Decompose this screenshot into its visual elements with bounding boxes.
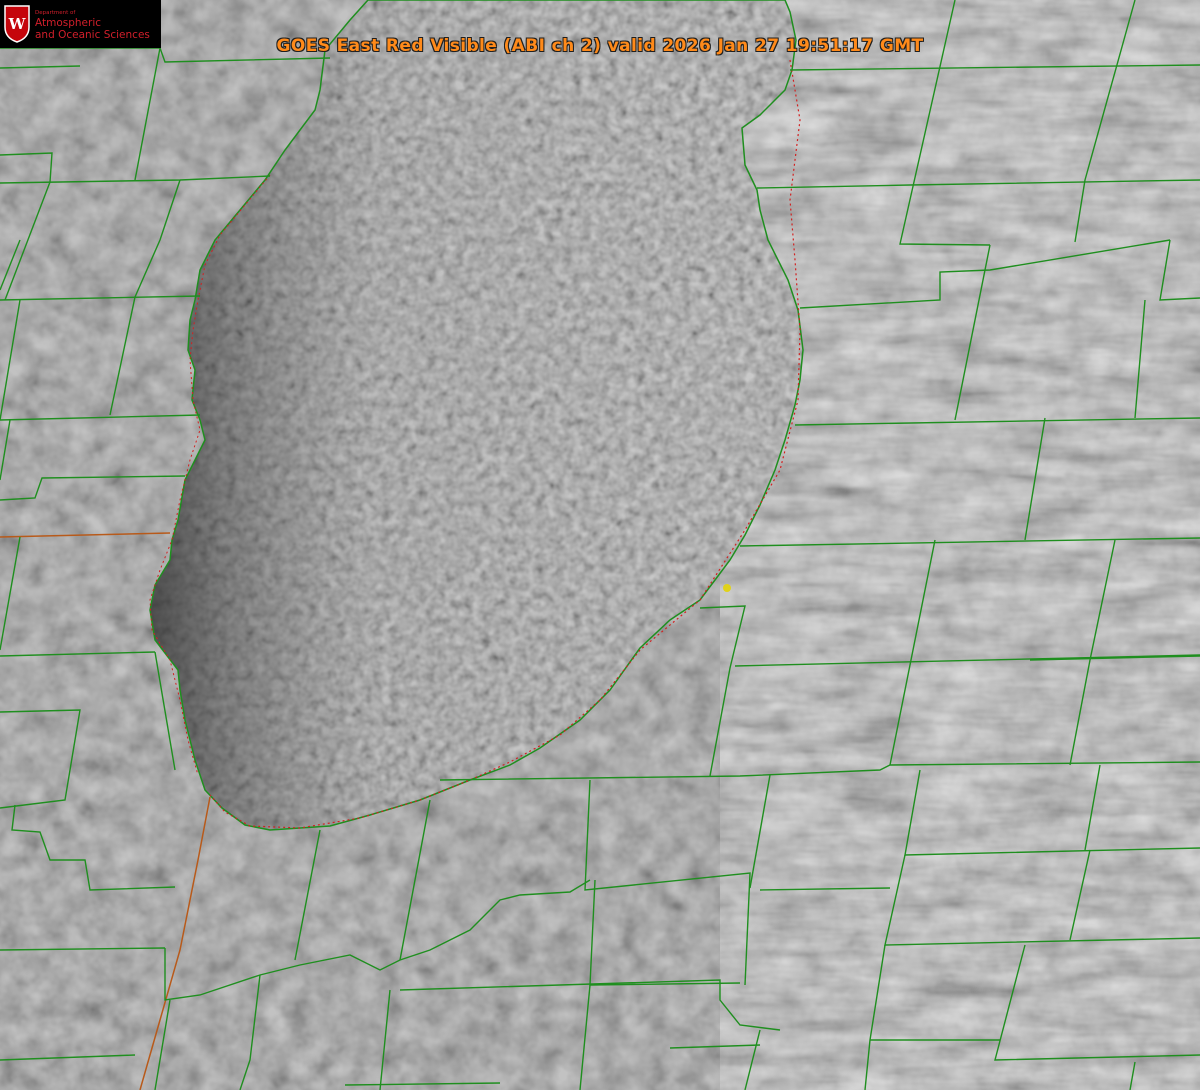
satellite-map [0, 0, 1200, 1090]
svg-text:W: W [8, 15, 27, 33]
logo-line1: Atmospheric [35, 17, 102, 29]
image-title: GOES East Red Visible (ABI ch 2) valid 2… [276, 36, 924, 56]
logo-department: Department of [35, 10, 76, 16]
station-marker [723, 584, 731, 592]
